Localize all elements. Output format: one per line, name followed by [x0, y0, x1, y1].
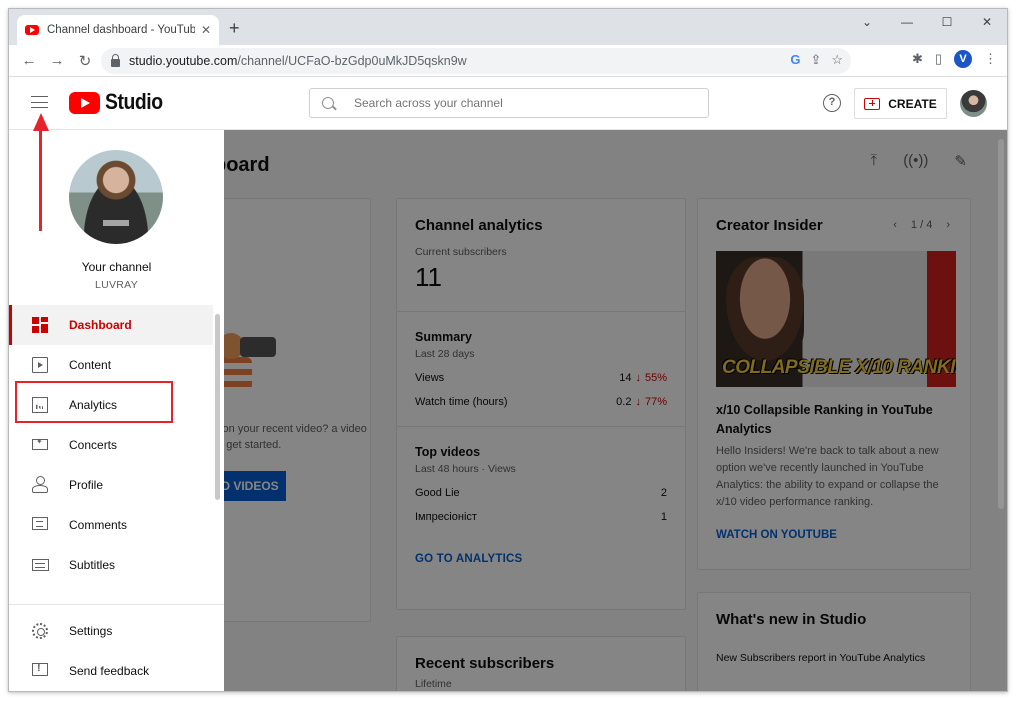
sidebar-item-label: Subtitles	[69, 558, 116, 572]
browser-profile-avatar[interactable]: V	[954, 50, 972, 68]
close-window-icon[interactable]: ✕	[967, 9, 1007, 39]
minimize-icon[interactable]: —	[887, 9, 927, 39]
channel-name: LUVRAY	[94, 279, 139, 291]
help-icon[interactable]: ?	[823, 94, 841, 112]
drawer-divider	[9, 604, 224, 605]
feedback-icon	[32, 662, 48, 676]
browser-window: Channel dashboard - YouTube St ✕ + ⌄ — ☐…	[8, 8, 1008, 692]
bookmark-star-icon[interactable]: ☆	[831, 52, 843, 68]
url-host: studio.youtube.com	[129, 54, 238, 68]
subtitles-icon	[32, 559, 49, 571]
side-panel-icon[interactable]: ▯	[935, 51, 942, 67]
concerts-icon	[32, 437, 48, 450]
sidebar-item-send-feedback[interactable]: Send feedback	[9, 651, 213, 691]
analytics-highlight-box	[15, 381, 173, 423]
create-video-icon	[864, 97, 881, 110]
studio-logo-text[interactable]: Studio	[105, 89, 163, 115]
sidebar-item-content[interactable]: Content	[9, 345, 213, 385]
drawer-bottom-menu: Settings Send feedback	[9, 611, 213, 691]
content-icon	[32, 357, 48, 373]
sidebar-item-label: Content	[69, 358, 112, 372]
youtube-favicon-icon	[25, 25, 39, 35]
lock-icon[interactable]	[111, 53, 120, 67]
browser-toolbar: ← → ↻ studio.youtube.com/channel/UCFaO-b…	[9, 45, 1007, 77]
share-icon[interactable]: ⇪	[810, 52, 821, 68]
dashboard-icon	[32, 317, 48, 333]
drawer-menu: Dashboard Content Analytics Concerts Pro…	[9, 305, 213, 585]
channel-label: Your channel	[81, 260, 152, 274]
address-bar[interactable]: studio.youtube.com/channel/UCFaO-bzGdp0u…	[101, 48, 851, 74]
tab-search-icon[interactable]: ⌄	[847, 9, 887, 39]
sidebar-item-label: Dashboard	[69, 318, 132, 332]
sidebar-item-profile[interactable]: Profile	[9, 465, 213, 505]
sidebar-item-label: Send feedback	[69, 664, 150, 678]
search-box[interactable]	[309, 88, 709, 118]
forward-icon[interactable]: →	[43, 52, 71, 69]
sidebar-item-label: Comments	[69, 518, 128, 532]
sidebar-item-dashboard[interactable]: Dashboard	[9, 305, 213, 345]
hamburger-menu-icon[interactable]	[31, 96, 48, 108]
tab-strip: Channel dashboard - YouTube St ✕ + ⌄ — ☐…	[9, 9, 1007, 45]
sidebar-item-label: Concerts	[69, 438, 118, 452]
studio-header: Studio ? CREATE	[9, 78, 1007, 130]
youtube-logo-icon[interactable]	[69, 92, 100, 114]
sidebar-item-subtitles[interactable]: Subtitles	[9, 545, 213, 585]
back-icon[interactable]: ←	[15, 52, 43, 69]
channel-avatar[interactable]	[69, 150, 163, 244]
window-controls: ⌄ — ☐ ✕	[847, 9, 1007, 39]
new-tab-icon[interactable]: +	[229, 18, 240, 39]
drawer-scrollbar[interactable]	[215, 314, 220, 500]
search-icon	[322, 97, 334, 109]
profile-icon	[32, 476, 48, 493]
search-input[interactable]	[354, 96, 674, 110]
url-path: /channel/UCFaO-bzGdp0uMkJD5qskn9w	[237, 54, 467, 68]
sidebar-item-comments[interactable]: Comments	[9, 505, 213, 545]
browser-menu-icon[interactable]: ⋮	[984, 51, 997, 67]
tab-title: Channel dashboard - YouTube St	[47, 24, 195, 36]
omnibox-icons: G ⇪ ☆	[790, 52, 843, 68]
reload-icon[interactable]: ↻	[71, 52, 99, 70]
comments-icon	[32, 517, 48, 530]
account-avatar[interactable]	[960, 90, 987, 117]
create-button[interactable]: CREATE	[854, 88, 947, 119]
sidebar-item-label: Settings	[69, 624, 113, 638]
tab-close-icon[interactable]: ✕	[201, 23, 211, 37]
sidebar-item-concerts[interactable]: Concerts	[9, 425, 213, 465]
create-label: CREATE	[888, 96, 937, 111]
maximize-icon[interactable]: ☐	[927, 9, 967, 39]
sidebar-item-label: Profile	[69, 478, 104, 492]
extension-icons: ✱ ▯ V ⋮	[912, 50, 997, 68]
extensions-puzzle-icon[interactable]: ✱	[912, 51, 923, 67]
page-scrollbar[interactable]	[998, 139, 1004, 509]
sidebar-item-settings[interactable]: Settings	[9, 611, 213, 651]
google-icon[interactable]: G	[790, 52, 800, 68]
browser-tab[interactable]: Channel dashboard - YouTube St ✕	[17, 15, 219, 45]
settings-icon	[32, 623, 48, 639]
